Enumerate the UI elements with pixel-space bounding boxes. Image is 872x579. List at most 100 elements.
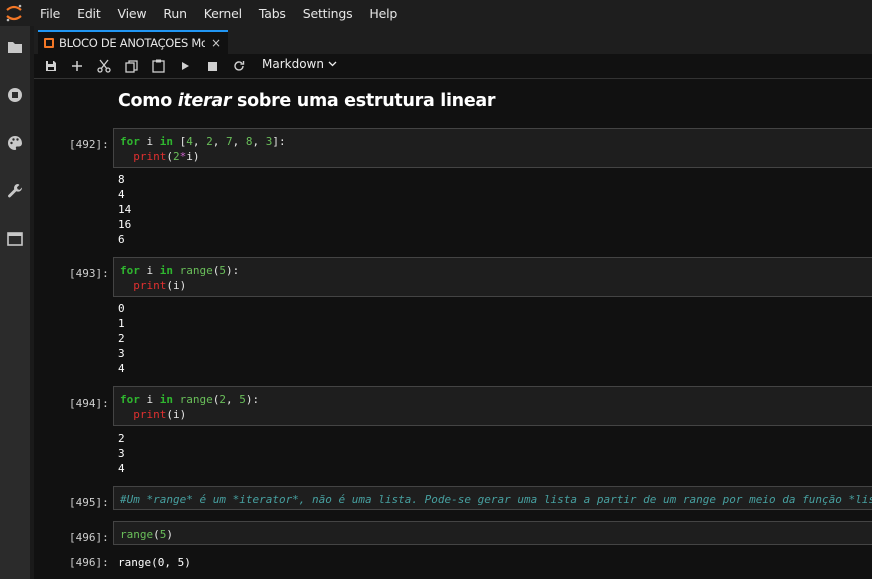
code-token: for xyxy=(120,264,140,277)
code-token: i xyxy=(139,264,160,277)
code-token: for xyxy=(120,135,140,148)
code-line: for i in [4, 2, 7, 8, 3]: xyxy=(120,134,872,149)
output-line: 0 xyxy=(118,302,125,315)
code-token: , xyxy=(212,135,226,148)
code-token: [ xyxy=(173,135,187,148)
code-token: in xyxy=(159,393,173,406)
cell-output: 2 3 4 xyxy=(118,431,125,476)
output-line: 8 xyxy=(118,173,125,186)
code-token: (i) xyxy=(166,279,187,292)
heading-emphasis: iterar xyxy=(177,91,232,111)
cell-type-select[interactable]: Markdown xyxy=(262,57,337,71)
output-line: 2 xyxy=(118,432,125,445)
output-line: 3 xyxy=(118,347,125,360)
main-menu: File Edit View Run Kernel Tabs Settings Help xyxy=(30,0,404,26)
code-token: 2 xyxy=(173,150,180,163)
restart-icon[interactable] xyxy=(230,57,248,75)
save-icon[interactable] xyxy=(42,57,60,75)
output-line: 3 xyxy=(118,447,125,460)
notebook-toolbar: Markdown xyxy=(34,54,872,79)
folder-icon[interactable] xyxy=(5,37,25,57)
cell-type-label: Markdown xyxy=(262,57,324,71)
code-token: #Um *range* é um *iterator*, não é uma l… xyxy=(120,493,872,506)
code-token: range xyxy=(120,528,154,541)
cell-output: 0 1 2 3 4 xyxy=(118,301,125,376)
output-line: 6 xyxy=(118,233,125,246)
code-token: 5 xyxy=(219,264,226,277)
code-cell-editor[interactable]: for i in [4, 2, 7, 8, 3]: print(2*i) xyxy=(113,128,872,168)
paste-icon[interactable] xyxy=(149,57,167,75)
tab-notebook[interactable]: BLOCO DE ANOTAÇOES Mo × xyxy=(38,30,228,54)
code-line: range(5) xyxy=(120,527,872,542)
menu-item-help[interactable]: Help xyxy=(359,0,404,26)
code-token: for xyxy=(120,393,140,406)
code-cell-editor[interactable]: for i in range(2, 5): print(i) xyxy=(113,386,872,426)
code-token: , xyxy=(232,135,246,148)
code-token: ): xyxy=(245,393,260,406)
code-cell-editor[interactable]: range(5) xyxy=(113,521,872,545)
menu-item-edit[interactable]: Edit xyxy=(67,0,107,26)
code-line: print(i) xyxy=(120,407,872,422)
cell-output: range(0, 5) xyxy=(118,556,191,569)
cell-prompt: [496]: xyxy=(69,531,109,544)
code-token: ( xyxy=(153,528,160,541)
code-token: print xyxy=(133,279,167,292)
tabs-icon[interactable] xyxy=(5,229,25,249)
menu-item-settings[interactable]: Settings xyxy=(293,0,360,26)
menu-item-kernel[interactable]: Kernel xyxy=(194,0,249,26)
code-token: (i) xyxy=(166,408,187,421)
code-token: in xyxy=(159,264,173,277)
copy-icon[interactable] xyxy=(122,57,140,75)
cell-prompt: [494]: xyxy=(69,397,109,410)
code-token: ) xyxy=(166,528,173,541)
output-line: 4 xyxy=(118,362,125,375)
output-line: 4 xyxy=(118,188,125,201)
notebook-panel: Como iterar sobre uma estrutura linear [… xyxy=(34,79,872,579)
cell-output: 8 4 14 16 6 xyxy=(118,172,131,247)
heading-text-rest: sobre uma estrutura linear xyxy=(231,91,496,111)
code-token: , xyxy=(192,135,207,148)
code-cell-editor[interactable]: #Um *range* é um *iterator*, não é uma l… xyxy=(113,486,872,510)
code-cell-editor[interactable]: for i in range(5): print(i) xyxy=(113,257,872,297)
cut-icon[interactable] xyxy=(95,57,113,75)
menu-item-file[interactable]: File xyxy=(30,0,67,26)
add-cell-icon[interactable] xyxy=(68,57,86,75)
tab-bar: BLOCO DE ANOTAÇOES Mo × xyxy=(34,26,872,54)
code-token: 2 xyxy=(219,393,226,406)
code-line: print(2*i) xyxy=(120,149,872,164)
code-token: range xyxy=(179,393,213,406)
menu-item-tabs[interactable]: Tabs xyxy=(249,0,293,26)
wrench-icon[interactable] xyxy=(5,181,25,201)
markdown-heading[interactable]: Como iterar sobre uma estrutura linear xyxy=(118,91,496,111)
cell-prompt: [492]: xyxy=(69,138,109,151)
output-line: 1 xyxy=(118,317,125,330)
code-token: ( xyxy=(166,150,173,163)
code-token: , xyxy=(226,393,240,406)
output-line: 14 xyxy=(118,203,132,216)
palette-icon[interactable] xyxy=(5,133,25,153)
stop-icon[interactable] xyxy=(203,57,221,75)
code-token: i xyxy=(139,135,160,148)
code-token: ): xyxy=(226,264,240,277)
code-line: for i in range(2, 5): xyxy=(120,392,872,407)
run-icon[interactable] xyxy=(176,57,194,75)
left-sidebar xyxy=(0,26,30,579)
code-token: in xyxy=(159,135,173,148)
output-line: 16 xyxy=(118,218,132,231)
code-line: print(i) xyxy=(120,278,872,293)
code-token: 5 xyxy=(239,393,246,406)
running-icon[interactable] xyxy=(5,85,25,105)
menu-item-run[interactable]: Run xyxy=(153,0,193,26)
cell-prompt: [493]: xyxy=(69,267,109,280)
code-token: 7 xyxy=(226,135,233,148)
tab-label: BLOCO DE ANOTAÇOES Mo xyxy=(59,36,205,50)
code-token: print xyxy=(133,408,167,421)
menu-item-view[interactable]: View xyxy=(108,0,154,26)
close-icon[interactable]: × xyxy=(211,36,221,50)
cell-prompt: [495]: xyxy=(69,496,109,509)
output-prompt: [496]: xyxy=(69,556,109,569)
